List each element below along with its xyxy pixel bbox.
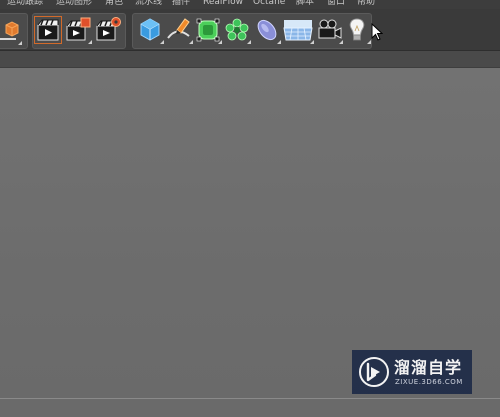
camera-icon[interactable] (315, 16, 343, 44)
cloner-icon[interactable] (223, 16, 251, 44)
menu-item[interactable]: Octane (253, 0, 285, 8)
cube-axis-icon[interactable] (0, 17, 22, 45)
menu-item[interactable]: 角色 (105, 0, 123, 8)
spline-pen-icon[interactable] (165, 16, 193, 44)
menu-item[interactable]: 帮助 (357, 0, 375, 8)
menu-item[interactable]: 流水线 (135, 0, 162, 8)
menu-item[interactable]: 窗口 (327, 0, 345, 8)
menu-item[interactable]: RealFlow (203, 0, 243, 8)
render-picture-viewer-icon[interactable] (64, 16, 92, 44)
deformer-icon[interactable] (253, 16, 281, 44)
horizon-line (0, 398, 500, 399)
render-settings-icon[interactable] (94, 16, 122, 44)
subdivision-surface-icon[interactable] (194, 16, 222, 44)
light-icon[interactable] (343, 16, 371, 44)
watermark-title: 溜溜自学 (394, 358, 463, 377)
menu-item[interactable]: 插件 (172, 0, 190, 8)
cube-primitive-icon[interactable] (136, 16, 164, 44)
render-view-icon[interactable] (34, 16, 62, 44)
viewport-menu-strip (0, 51, 500, 68)
floor-environment-icon[interactable] (282, 16, 314, 44)
play-logo-icon (359, 357, 389, 387)
menu-item[interactable]: 运动跟踪 (7, 0, 43, 8)
menu-item[interactable]: 脚本 (296, 0, 314, 8)
main-toolbar (0, 9, 500, 51)
mouse-cursor-icon (371, 23, 383, 41)
watermark-url: ZIXUE.3D66.COM (395, 378, 463, 386)
watermark: 溜溜自学 ZIXUE.3D66.COM (352, 350, 472, 394)
menubar: 运动跟踪 运动图形 角色 流水线 插件 RealFlow Octane 脚本 窗… (0, 0, 500, 9)
menu-item[interactable]: 运动图形 (56, 0, 92, 8)
